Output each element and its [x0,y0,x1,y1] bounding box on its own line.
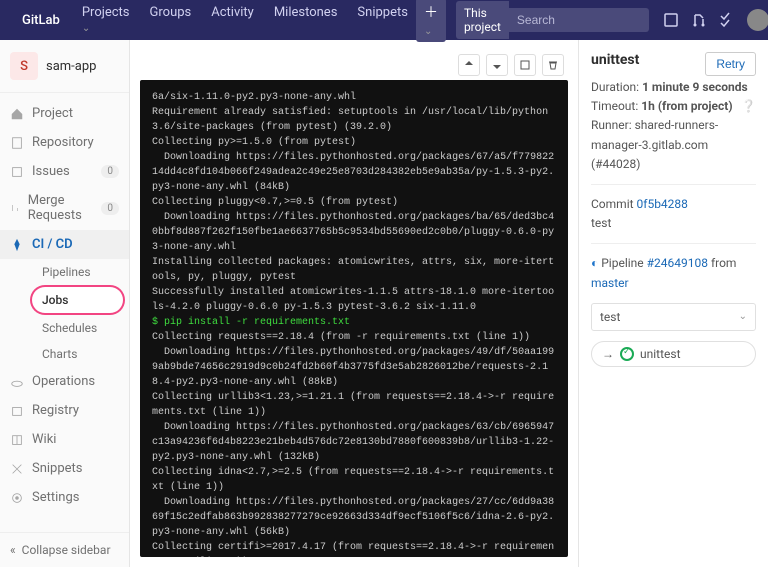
nav-groups[interactable]: Groups [142,0,200,41]
sidebar-item-settings[interactable]: Settings [0,483,129,512]
erase-log-button[interactable] [542,54,564,76]
sidebar-subitem-jobs[interactable]: Jobs [32,287,123,313]
status-passed-icon [620,347,634,361]
project-avatar: S [10,52,38,80]
nav-activity[interactable]: Activity [203,0,262,41]
issues-icon[interactable] [663,12,679,28]
chevron-left-icon: « [10,543,16,557]
search-input[interactable] [509,8,649,32]
branch-link[interactable]: master [591,276,629,290]
stage-dropdown[interactable]: test ⌄ [591,303,756,331]
log-toolbar [140,50,568,80]
sidebar-item-project[interactable]: Project [0,99,129,128]
retry-button[interactable]: Retry [705,52,756,76]
search-scope[interactable]: This project [456,1,509,39]
job-list-item[interactable]: → unittest [591,341,756,367]
sidebar-item-registry[interactable]: Registry [0,396,129,425]
sidebar-item-operations[interactable]: Operations [0,367,129,396]
new-dropdown-button[interactable]: ＋ ⌄ [416,0,446,42]
show-raw-button[interactable] [514,54,536,76]
sidebar-subitem-pipelines[interactable]: Pipelines [32,259,129,285]
brand-name: GitLab [22,13,60,28]
nav-snippets[interactable]: Snippets [349,0,416,41]
doc-icon [520,60,530,70]
search-wrap: This project [456,1,649,39]
sidebar-item-repository[interactable]: Repository [0,128,129,157]
doc-icon [10,136,24,150]
right-arrow-icon: → [602,347,614,361]
issues-icon [10,165,24,179]
arrow-down-icon [492,60,502,70]
collapse-sidebar-button[interactable]: « Collapse sidebar [0,532,129,567]
merge-requests-icon[interactable] [691,12,707,28]
pipeline-status-icon: ◐ [591,256,598,270]
commit-sha-link[interactable]: 0f5b4288 [637,197,688,211]
sidebar-item-issues[interactable]: Issues0 [0,157,129,186]
merge-icon [10,201,20,215]
top-navbar: GitLab Projects ⌄ Groups Activity Milest… [0,0,768,40]
package-icon [10,404,24,418]
chevron-down-icon: ⌄ [739,311,747,322]
sidebar-subitem-schedules[interactable]: Schedules [32,315,129,341]
todos-icon[interactable] [719,12,735,28]
cloud-icon [10,375,24,389]
trash-icon [548,60,558,70]
sidebar-subitem-charts[interactable]: Charts [32,341,129,367]
help-icon[interactable]: ❔ [741,97,756,116]
scissors-icon [10,462,24,476]
sidebar-cicd-submenu: Pipelines Jobs Schedules Charts [0,259,129,367]
job-meta: Duration: 1 minute 9 seconds Timeout: 1h… [591,78,756,174]
user-avatar[interactable] [747,9,768,31]
scroll-bottom-button[interactable] [486,54,508,76]
sidebar-project-header[interactable]: S sam-app [0,40,129,93]
arrow-up-icon [464,60,474,70]
rocket-icon [10,238,24,252]
project-name: sam-app [46,59,96,74]
commit-message: test [591,216,611,230]
job-sidebar: Retry unittest Duration: 1 minute 9 seco… [578,40,768,567]
gear-icon [10,491,24,505]
project-sidebar: S sam-app Project Repository Issues0 Mer… [0,40,130,567]
scroll-top-button[interactable] [458,54,480,76]
top-nav-links: Projects ⌄ Groups Activity Milestones Sn… [74,0,416,41]
nav-milestones[interactable]: Milestones [266,0,346,41]
sidebar-item-cicd[interactable]: CI / CD [0,230,129,259]
pipeline-id-link[interactable]: #24649108 [647,256,708,270]
home-icon [10,107,24,121]
sidebar-item-wiki[interactable]: Wiki [0,425,129,454]
book-icon [10,433,24,447]
sidebar-item-snippets[interactable]: Snippets [0,454,129,483]
job-log-terminal[interactable]: 6a/six-1.11.0-py2.py3-none-any.whlRequir… [140,80,568,557]
sidebar-item-merge-requests[interactable]: Merge Requests0 [0,186,129,230]
nav-projects[interactable]: Projects ⌄ [74,0,138,41]
